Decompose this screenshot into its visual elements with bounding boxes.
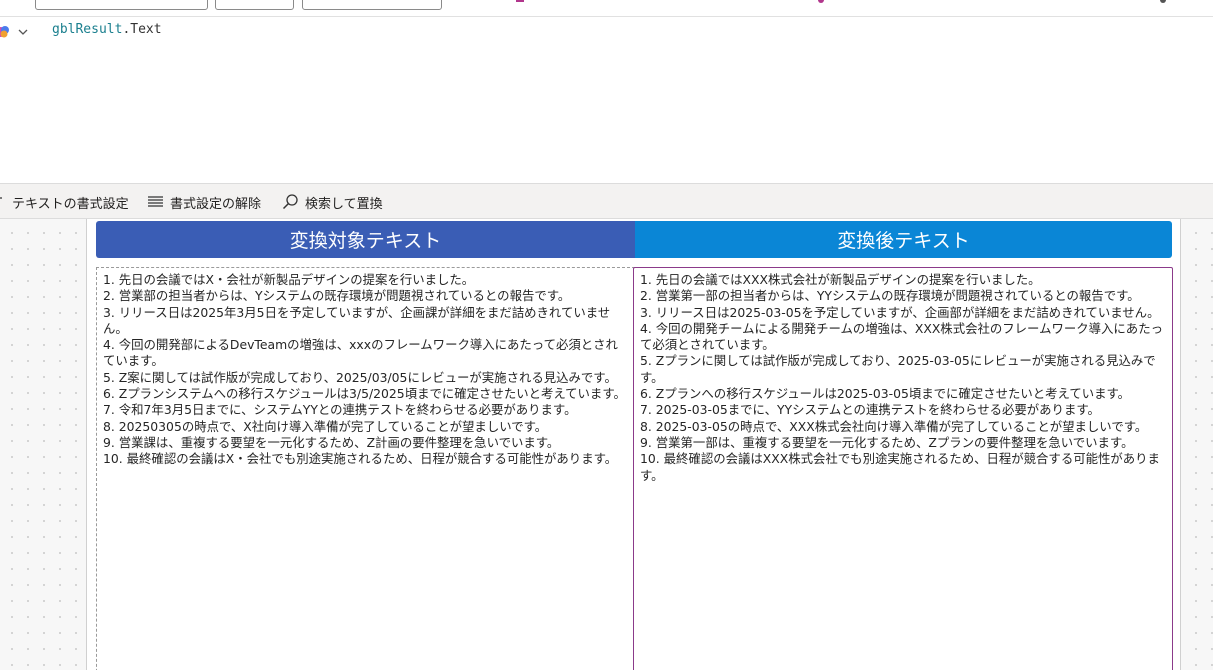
result-line: 6. Zプランへの移行スケジュールは2025-03-05頃までに確定させたいと考… xyxy=(640,386,1131,402)
formula-input[interactable]: gblResult.Text xyxy=(52,22,162,37)
source-header[interactable]: 変換対象テキスト xyxy=(96,221,635,258)
source-line: 2. 営業部の担当者からは、Yシステムの既存環境が問題視されているとの報告です。 xyxy=(103,288,571,304)
result-line: 4. 今回の開発チームによる開発チームの増強は、XXX株式会社のフレームワーク導… xyxy=(640,320,1163,353)
source-line: 3. リリース日は2025年3月5日を予定していますが、企画課が詳細をまだ詰めき… xyxy=(103,304,611,336)
format-text-label: テキストの書式設定 xyxy=(12,196,129,212)
search-icon xyxy=(282,194,298,210)
source-line: 6. Zプランシステムへの移行スケジュールは3/5/2025頃までに確定させたい… xyxy=(103,386,626,402)
result-line: 7. 2025-03-05までに、YYシステムとの連携テストを終わらせる必要があ… xyxy=(640,402,1100,418)
result-line: 10. 最終確認の会議はXXX株式会社でも別途実施されるため、日程が競合する可能… xyxy=(640,451,1160,483)
format-text-button[interactable]: テキストの書式設定 xyxy=(0,184,129,220)
formula-property: Text xyxy=(130,22,162,37)
source-line: 8. 20250305の時点で、X社向け導入準備が完了していることが望ましいです… xyxy=(103,418,548,434)
source-line: 9. 営業課は、重複する要望を一元化するため、Z計画の要件整理を急いでいます。 xyxy=(103,434,560,450)
result-line: 9. 営業第一部は、重複する要望を一元化するため、Zプランの要件整理を急いでいま… xyxy=(640,434,1134,450)
value-box[interactable] xyxy=(302,0,442,10)
find-replace-label: 検索して置換 xyxy=(305,196,383,212)
clear-format-label: 書式設定の解除 xyxy=(170,196,262,212)
result-line: 2. 営業第一部の担当者からは、YYシステムの既存環境が問題視されているとの報告… xyxy=(640,288,1140,304)
result-text-box[interactable]: 1. 先日の会議ではXXX株式会社が新製品デザインの提案を行いました。 2. 営… xyxy=(633,267,1173,670)
format-text-icon xyxy=(0,197,2,199)
result-line: 8. 2025-03-05の時点で、XXX株式会社向け導入準備が完了していること… xyxy=(640,418,1148,434)
result-line: 3. リリース日は2025-03-05を予定していますが、企画部が詳細をまだ詰め… xyxy=(640,304,1160,320)
clear-format-icon xyxy=(148,196,163,207)
source-line: 5. Z案に関しては試作版が完成しており、2025/03/05にレビューが実施さ… xyxy=(103,369,617,385)
property-dropdown[interactable] xyxy=(35,0,208,10)
property-bar xyxy=(0,0,1213,17)
result-header[interactable]: 変換後テキスト xyxy=(635,221,1172,258)
source-line: 1. 先日の会議ではX・会社が新製品デザインの提案を行いました。 xyxy=(103,272,475,287)
top-marker xyxy=(818,0,824,3)
formula-object: gblResult xyxy=(52,22,123,37)
source-line: 4. 今回の開発部によるDevTeamの増強は、xxxのフレームワーク導入にあた… xyxy=(103,337,618,369)
formula-bar[interactable]: gblResult.Text xyxy=(0,17,1213,183)
copilot-icon[interactable] xyxy=(0,25,10,39)
chevron-down-icon[interactable] xyxy=(17,26,29,38)
result-line: 5. Zプランに関しては試作版が完成しており、2025-03-05にレビューが実… xyxy=(640,353,1156,385)
find-replace-button[interactable]: 検索して置換 xyxy=(282,184,383,220)
formula-toolbar: テキストの書式設定 書式設定の解除 検索して置換 xyxy=(0,183,1213,219)
source-text-box[interactable]: 1. 先日の会議ではX・会社が新製品デザインの提案を行いました。 2. 営業部の… xyxy=(96,267,635,670)
source-line: 10. 最終確認の会議はX・会社でも別途実施されるため、日程が競合する可能性があ… xyxy=(103,451,618,467)
operator-box[interactable] xyxy=(215,0,294,10)
app-screen[interactable]: 変換対象テキスト 変換後テキスト 1. 先日の会議ではX・会社が新製品デザインの… xyxy=(86,219,1181,670)
result-line: 1. 先日の会議ではXXX株式会社が新製品デザインの提案を行いました。 xyxy=(640,272,1041,287)
source-line: 7. 令和7年3月5日までに、システムYYとの連携テストを終わらせる必要がありま… xyxy=(103,402,577,418)
top-marker xyxy=(516,0,524,2)
clear-format-button[interactable]: 書式設定の解除 xyxy=(147,184,261,220)
top-marker xyxy=(1160,0,1166,3)
app-root: gblResult.Text テキストの書式設定 書式設定の解除 検索して置換 … xyxy=(0,0,1213,670)
design-canvas: 変換対象テキスト 変換後テキスト 1. 先日の会議ではX・会社が新製品デザインの… xyxy=(0,219,1213,670)
